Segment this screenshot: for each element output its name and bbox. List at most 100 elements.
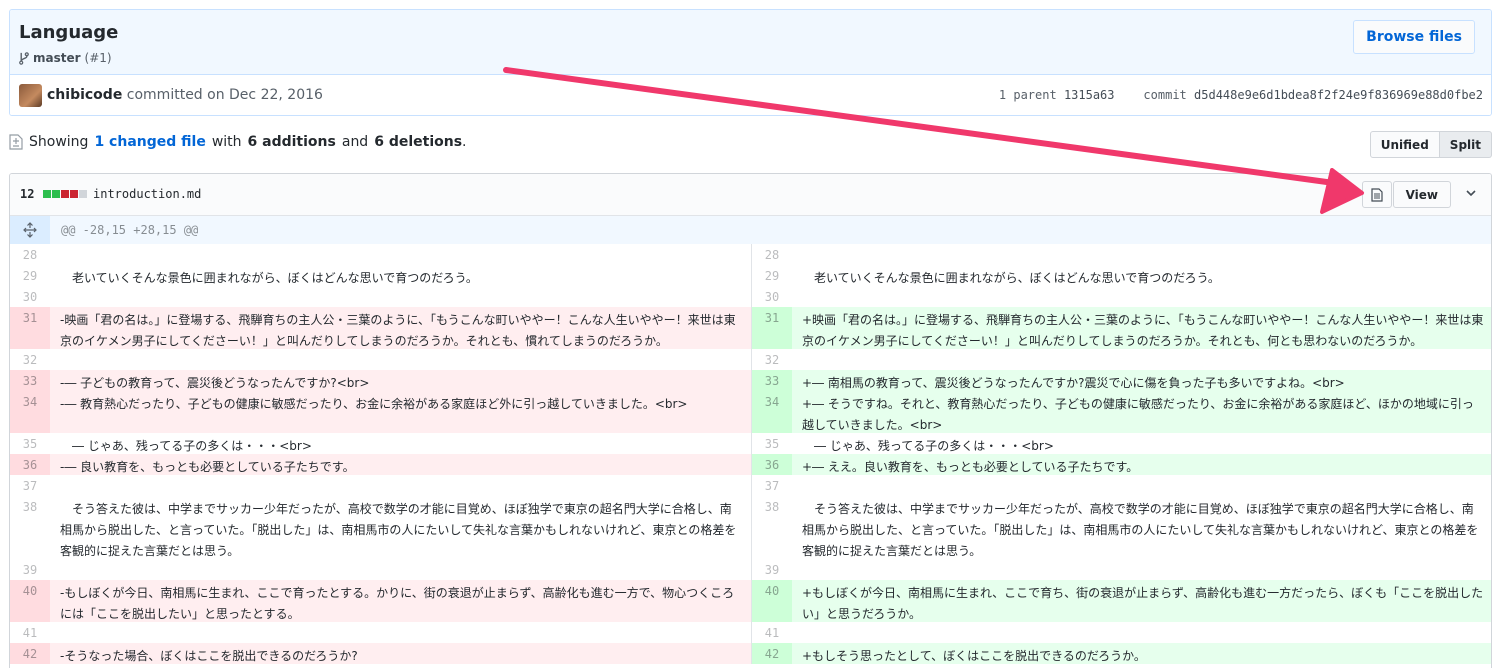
diff-right-cell: 33 +― 南相馬の教育って、震災後どうなったんですか?震災で心に傷を負った子も多… <box>752 370 1491 391</box>
diff-right-cell: 29 老いていくそんな景色に囲まれながら、ぼくはどんな思いで育つのだろう。 <box>752 265 1491 286</box>
hunk-range: @@ -28,15 +28,15 @@ <box>61 223 199 237</box>
diff-left-cell: 30 <box>10 286 752 307</box>
expand-lines-button[interactable] <box>10 216 50 244</box>
line-number[interactable]: 28 <box>10 244 50 265</box>
line-number[interactable]: 35 <box>752 433 792 454</box>
line-number[interactable]: 35 <box>10 433 50 454</box>
author-line: chibicode committed on Dec 22, 2016 <box>47 87 323 103</box>
line-number[interactable]: 37 <box>10 475 50 496</box>
diff-row: 36 -― 良い教育を、もっとも必要としている子たちです。 36 +― ええ。良い教育… <box>10 454 1491 475</box>
line-code <box>50 244 751 265</box>
line-number[interactable]: 34 <box>10 391 50 433</box>
line-number[interactable]: 42 <box>10 643 50 664</box>
line-number[interactable]: 32 <box>10 349 50 370</box>
diff-left-cell: 37 <box>10 475 752 496</box>
file-name[interactable]: introduction.md <box>93 187 201 201</box>
line-code <box>792 622 1491 643</box>
line-number[interactable]: 39 <box>752 559 792 580</box>
rich-diff-button[interactable] <box>1362 181 1392 208</box>
line-code: -― 子どもの教育って、震災後どうなったんですか?<br> <box>60 376 370 390</box>
line-code <box>50 559 751 580</box>
showing-text: Showing <box>29 134 89 150</box>
changed-files-link[interactable]: 1 changed file <box>94 134 205 150</box>
line-code: +― そうですね。それと、教育熱心だったり、子どもの健康に敏感だったり、お金に余… <box>802 397 1474 432</box>
line-number[interactable]: 40 <box>752 580 792 622</box>
sha-info: 1 parent 1315a63 commit d5d448e9e6d1bdea… <box>999 88 1483 102</box>
diff-left-cell: 29 老いていくそんな景色に囲まれながら、ぼくはどんな思いで育つのだろう。 <box>10 265 752 286</box>
line-code <box>50 349 751 370</box>
chevron-down-icon[interactable] <box>1465 186 1477 200</box>
with-text: with <box>211 134 242 150</box>
diff-row: 38 そう答えた彼は、中学までサッカー少年だったが、高校で数学の才能に目覚め、ほ… <box>10 496 1491 559</box>
file-diff: 12 introduction.md View @@ -28,15 +28,15… <box>9 173 1492 668</box>
line-number[interactable]: 32 <box>752 349 792 370</box>
commit-header: Language master (#1) Browse files chibic… <box>9 9 1492 116</box>
diff-right-cell: 35 ― じゃあ、残ってる子の多くは・・・<br> <box>752 433 1491 454</box>
line-number[interactable]: 29 <box>10 265 50 286</box>
and-text: and <box>341 134 369 150</box>
line-code: +― ええ。良い教育を、もっとも必要としている子たちです。 <box>802 460 1139 474</box>
diff-row: 31 -映画「君の名は。」に登場する、飛騨育ちの主人公・三葉のように、「もうこんな… <box>10 307 1491 349</box>
line-code <box>50 475 751 496</box>
diff-left-cell: 35 ― じゃあ、残ってる子の多くは・・・<br> <box>10 433 752 454</box>
line-number[interactable]: 31 <box>752 307 792 349</box>
diff-left-cell: 42 -そうなった場合、ぼくはここを脱出できるのだろうか? <box>10 643 752 664</box>
line-code: +映画「君の名は。」に登場する、飛騨育ちの主人公・三葉のように、「もうこんな町い… <box>802 313 1484 348</box>
line-number[interactable]: 36 <box>752 454 792 475</box>
line-number[interactable]: 38 <box>10 496 50 559</box>
line-code: -― 教育熱心だったり、子どもの健康に敏感だったり、お金に余裕がある家庭ほど外に… <box>60 397 688 411</box>
document-icon <box>1371 187 1383 202</box>
line-code: 老いていくそんな景色に囲まれながら、ぼくはどんな思いで育つのだろう。 <box>802 271 1220 285</box>
pr-number[interactable]: (#1) <box>85 51 112 65</box>
line-code: -もしぼくが今日、南相馬に生まれ、ここで育ったとする。かりに、街の衰退が止まらず… <box>60 586 735 621</box>
line-number[interactable]: 42 <box>752 643 792 664</box>
diff-row: 32 32 <box>10 349 1491 370</box>
line-number[interactable]: 41 <box>10 622 50 643</box>
line-number[interactable]: 39 <box>10 559 50 580</box>
line-number[interactable]: 40 <box>10 580 50 622</box>
additions-count: 6 additions <box>247 134 336 150</box>
diff-right-cell: 40 +もしぼくが今日、南相馬に生まれ、ここで育ち、街の衰退が止まらず、高齢化も進… <box>752 580 1491 622</box>
split-button[interactable]: Split <box>1439 131 1492 158</box>
line-number[interactable]: 30 <box>752 286 792 307</box>
deletions-count: 6 deletions <box>374 134 463 150</box>
line-number[interactable]: 29 <box>752 265 792 286</box>
line-number[interactable]: 34 <box>752 391 792 433</box>
unified-button[interactable]: Unified <box>1369 131 1440 158</box>
diff-left-cell: 31 -映画「君の名は。」に登場する、飛騨育ちの主人公・三葉のように、「もうこんな… <box>10 307 752 349</box>
diff-right-cell: 36 +― ええ。良い教育を、もっとも必要としている子たちです。 <box>752 454 1491 475</box>
branch-name[interactable]: master <box>33 51 81 65</box>
line-number[interactable]: 33 <box>10 370 50 391</box>
diff-right-cell: 41 <box>752 622 1491 643</box>
line-code: 老いていくそんな景色に囲まれながら、ぼくはどんな思いで育つのだろう。 <box>60 271 478 285</box>
view-file-button[interactable]: View <box>1392 181 1451 208</box>
diff-row: 28 28 <box>10 244 1491 265</box>
parent-sha-link[interactable]: 1315a63 <box>1064 88 1115 102</box>
line-code <box>792 244 1491 265</box>
line-number[interactable]: 41 <box>752 622 792 643</box>
unfold-icon <box>23 222 37 238</box>
line-number[interactable]: 36 <box>10 454 50 475</box>
line-number[interactable]: 30 <box>10 286 50 307</box>
browse-files-button[interactable]: Browse files <box>1353 20 1475 54</box>
line-number[interactable]: 28 <box>752 244 792 265</box>
diff-left-cell: 33 -― 子どもの教育って、震災後どうなったんですか?<br> <box>10 370 752 391</box>
file-change-count: 12 <box>20 187 35 201</box>
line-code <box>792 349 1491 370</box>
diff-left-cell: 39 <box>10 559 752 580</box>
line-code: ― じゃあ、残ってる子の多くは・・・<br> <box>802 439 1054 453</box>
line-number[interactable]: 38 <box>752 496 792 559</box>
diff-right-cell: 32 <box>752 349 1491 370</box>
diff-row: 34 -― 教育熱心だったり、子どもの健康に敏感だったり、お金に余裕がある家庭ほど… <box>10 391 1491 433</box>
avatar[interactable] <box>19 84 42 107</box>
line-number[interactable]: 31 <box>10 307 50 349</box>
line-number[interactable]: 37 <box>752 475 792 496</box>
commit-title: Language <box>19 22 119 43</box>
diff-row: 30 30 <box>10 286 1491 307</box>
line-code <box>792 286 1491 307</box>
line-number[interactable]: 33 <box>752 370 792 391</box>
diff-right-cell: 30 <box>752 286 1491 307</box>
commit-sha: d5d448e9e6d1bdea8f2f24e9f836969e88d0fbe2 <box>1194 88 1483 102</box>
author-link[interactable]: chibicode <box>47 87 122 103</box>
diff-row: 39 39 <box>10 559 1491 580</box>
